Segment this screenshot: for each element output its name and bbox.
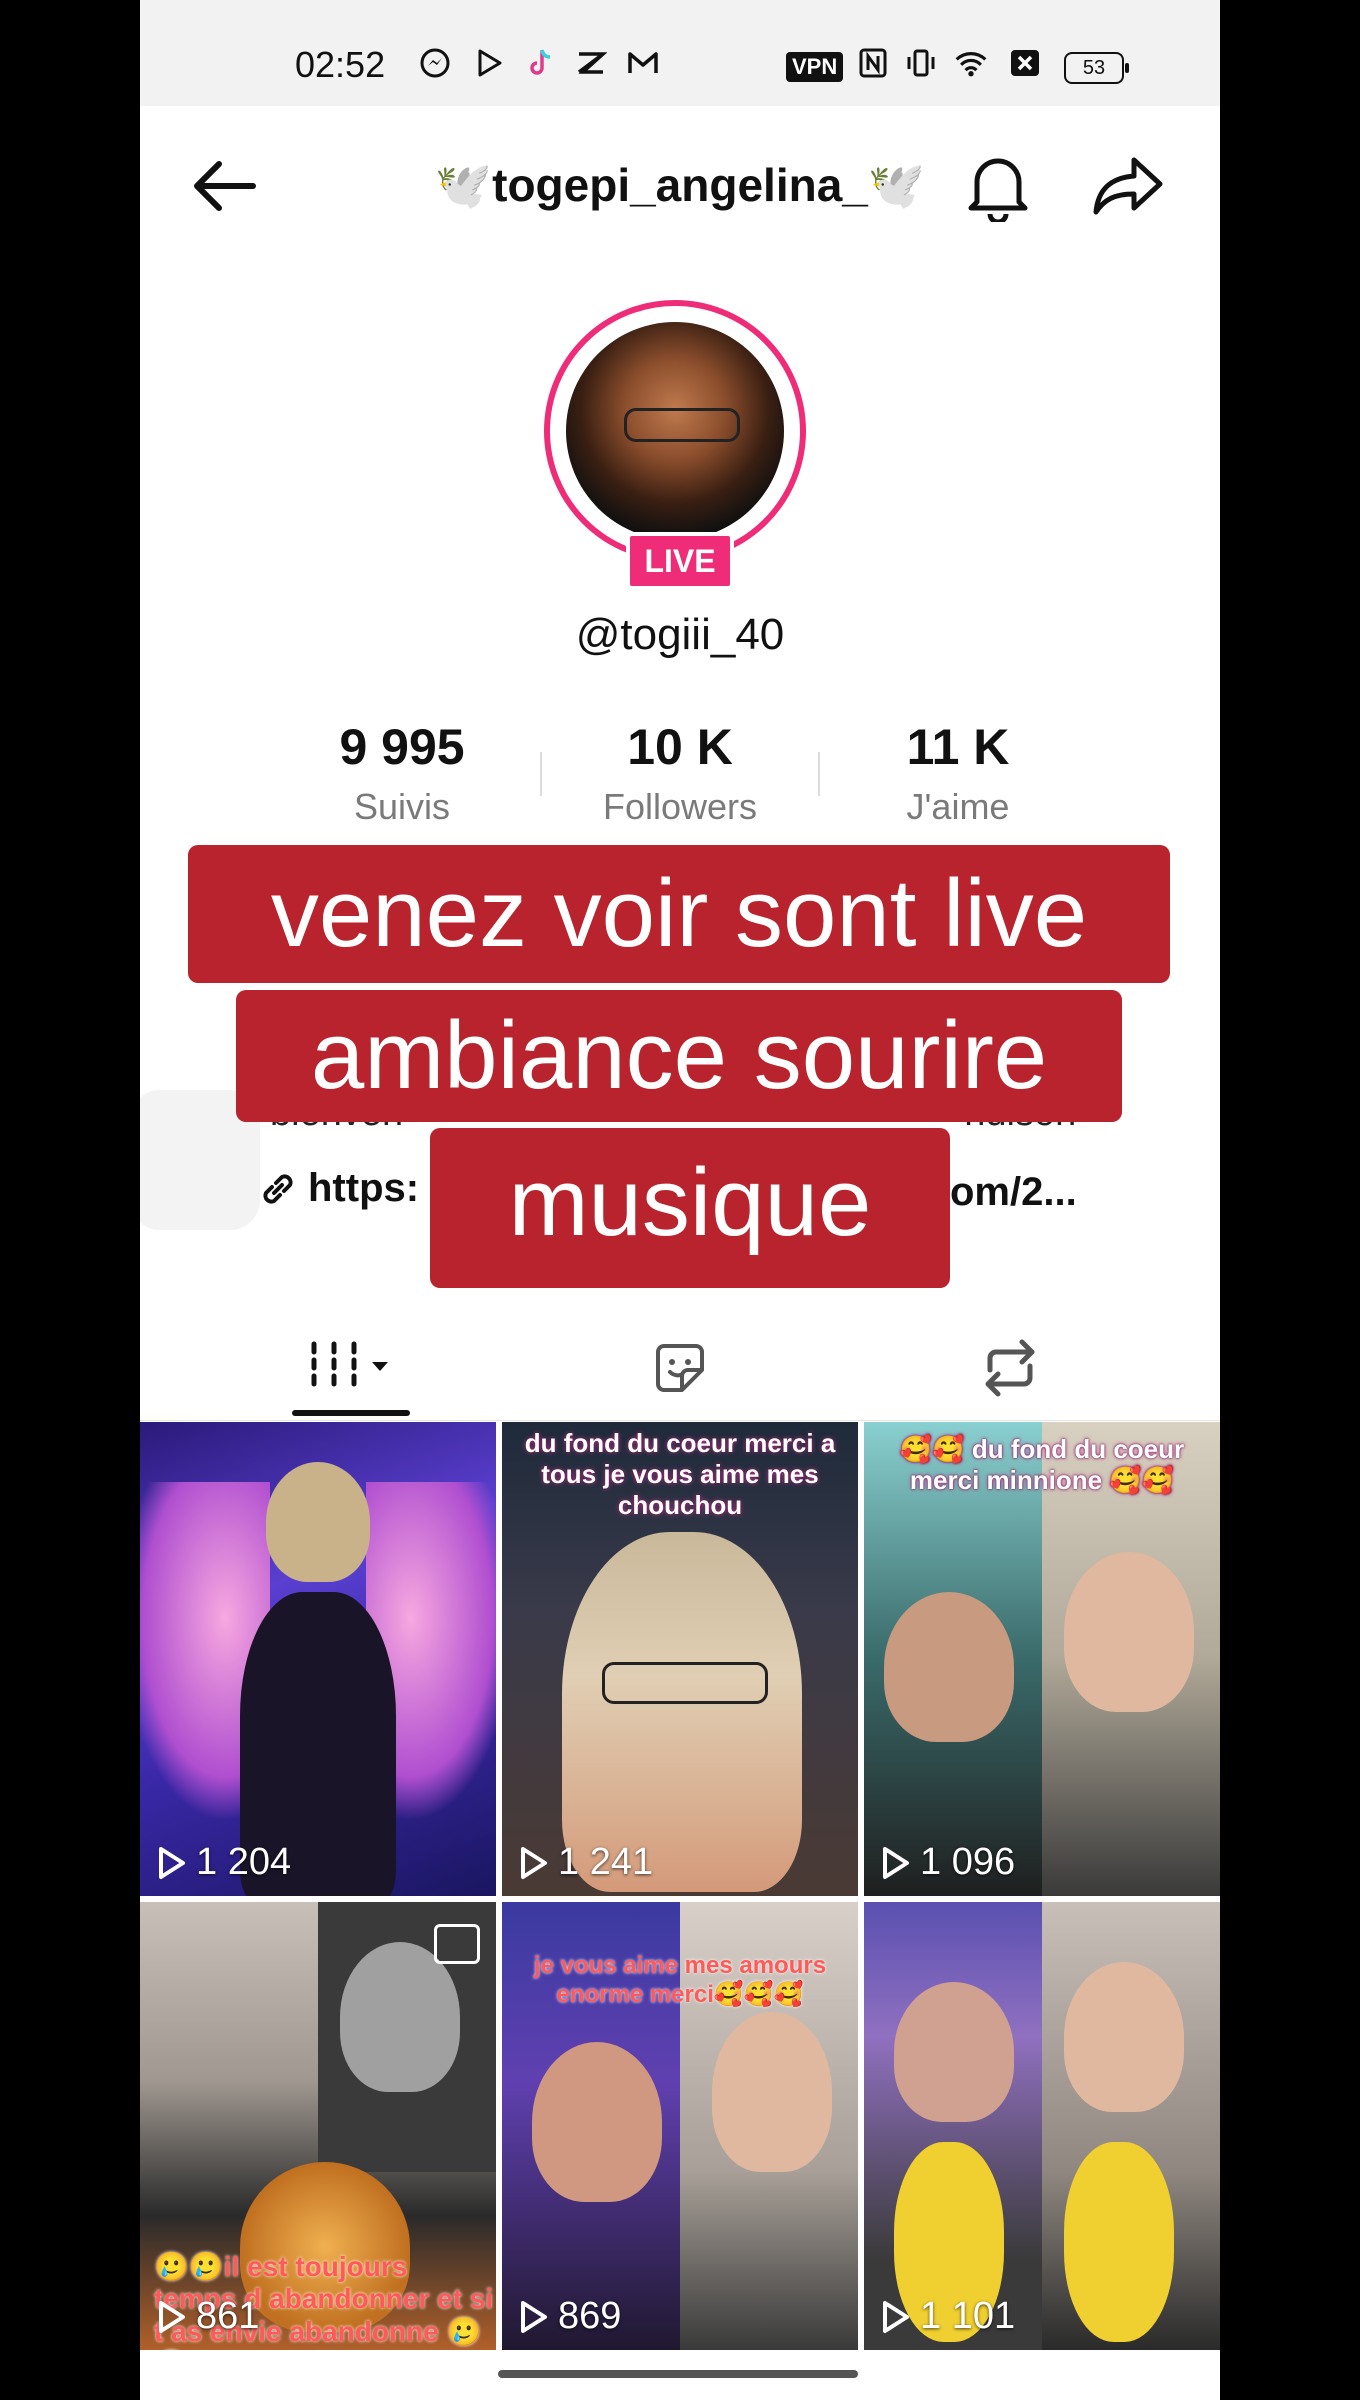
person-head <box>266 1462 370 1582</box>
video-views-count: 869 <box>558 2295 622 2337</box>
caption-line-1: venez voir sont live <box>188 845 1170 983</box>
phone-screen: 02:52 VPN 53 🕊️togepi_angelina_🕊️ LIVE @… <box>140 0 1220 2400</box>
tabs-divider <box>140 1420 1220 1421</box>
wifi-icon <box>954 46 988 80</box>
link-icon <box>263 1173 293 1204</box>
minion-figure <box>1064 2142 1174 2342</box>
video-views: 1 096 <box>880 1841 1015 1884</box>
video-views: 1 204 <box>156 1841 291 1884</box>
live-badge[interactable]: LIVE <box>626 532 734 590</box>
video-caption: du fond du coeur merci a tous je vous ai… <box>524 1428 836 1520</box>
person-face <box>1064 1552 1194 1712</box>
person-face <box>532 2042 662 2202</box>
stat-following-label: Suivis <box>353 786 451 827</box>
tab-reposts[interactable] <box>830 1318 1190 1418</box>
tab-favorites[interactable] <box>500 1318 860 1418</box>
profile-title: 🕊️togepi_angelina_🕊️ <box>434 159 926 211</box>
person-face <box>712 2012 832 2172</box>
stat-divider <box>540 752 542 796</box>
gmail-icon <box>626 46 660 80</box>
video-views-count: 1 096 <box>920 1841 1016 1883</box>
video-thumbnail[interactable]: 1 204 <box>140 1422 496 1896</box>
sim-icon <box>1008 46 1042 80</box>
home-indicator[interactable] <box>498 2370 858 2378</box>
bio-link[interactable]: https: <box>256 1166 419 1211</box>
video-views: 1 241 <box>518 1841 653 1884</box>
video-thumbnail[interactable]: je vous aime mes amours enorme merci🥰🥰🥰 … <box>502 1902 858 2350</box>
video-thumbnail[interactable]: 🥰🥰 du fond du coeur merci minnione 🥰🥰 1 … <box>864 1422 1220 1896</box>
notifications-button[interactable] <box>958 146 1038 226</box>
video-views-count: 1 101 <box>920 2295 1016 2337</box>
status-bar: 02:52 VPN 53 <box>140 0 1220 106</box>
bell-icon <box>968 158 1028 222</box>
avatar <box>566 322 784 540</box>
stat-divider <box>818 752 820 796</box>
person-face <box>1064 1962 1184 2112</box>
caption-line-3: musique <box>430 1128 950 1288</box>
grid-videos-icon <box>311 1341 388 1387</box>
play-icon <box>521 2300 547 2333</box>
bio-link-end[interactable]: om/2... <box>950 1170 1077 1215</box>
person-face <box>562 1532 802 1892</box>
vpn-badge: VPN <box>786 52 844 82</box>
vibrate-icon <box>904 46 938 80</box>
video-views: 1 101 <box>880 2295 1015 2338</box>
status-time: 02:52 <box>295 44 386 85</box>
play-icon <box>883 2300 909 2333</box>
video-views: 869 <box>518 2295 621 2338</box>
battery-icon: 53 <box>1064 52 1129 84</box>
capcut-icon <box>574 46 608 80</box>
video-views-count: 861 <box>196 2295 260 2337</box>
video-thumbnail[interactable]: 🥲🥲il est toujours temps d abandonner et … <box>140 1902 496 2350</box>
person-face <box>884 1592 1014 1742</box>
video-thumbnail[interactable]: 1 101 <box>864 1902 1220 2350</box>
avatar-glasses <box>624 408 740 442</box>
play-icon <box>159 1846 185 1879</box>
glasses <box>602 1662 768 1704</box>
person-face <box>340 1942 460 2092</box>
nfc-icon <box>856 46 890 80</box>
stat-following-value: 9 995 <box>339 719 465 775</box>
messenger-icon <box>418 46 452 80</box>
caption-line-2: ambiance sourire <box>236 990 1122 1122</box>
stat-followers-value: 10 K <box>627 719 733 775</box>
share-button[interactable] <box>1088 146 1168 226</box>
play-store-icon <box>472 46 506 80</box>
video-thumbnail[interactable]: du fond du coeur merci a tous je vous ai… <box>502 1422 858 1896</box>
video-views-count: 1 241 <box>558 1841 654 1883</box>
share-icon <box>1093 157 1163 215</box>
play-icon <box>883 1846 909 1879</box>
video-views-count: 1 204 <box>196 1841 292 1883</box>
avatar-ring[interactable] <box>544 300 806 562</box>
username: @togiii_40 <box>575 610 785 659</box>
repost-icon <box>985 1339 1035 1397</box>
photo-icon <box>434 1924 480 1964</box>
tiktok-icon <box>524 46 558 80</box>
stat-followers[interactable]: 10 K Followers <box>560 718 800 828</box>
tab-videos[interactable] <box>170 1318 530 1418</box>
stat-following[interactable]: 9 995 Suivis <box>282 718 522 828</box>
video-caption: je vous aime mes amours enorme merci🥰🥰🥰 <box>533 1952 827 2008</box>
play-icon <box>521 1846 547 1879</box>
stat-likes-value: 11 K <box>906 719 1010 775</box>
bio-link-start: https: <box>308 1166 420 1210</box>
video-views: 861 <box>156 2295 259 2338</box>
video-caption: 🥰🥰 du fond du coeur merci minnione 🥰🥰 <box>899 1434 1185 1495</box>
stat-likes-label: J'aime <box>906 786 1010 827</box>
play-icon <box>159 2300 185 2333</box>
stat-likes[interactable]: 11 K J'aime <box>838 718 1078 828</box>
sticker-icon <box>656 1344 704 1392</box>
stat-followers-label: Followers <box>602 786 758 827</box>
profile-header: 🕊️togepi_angelina_🕊️ <box>140 106 1220 266</box>
active-tab-indicator <box>292 1410 410 1416</box>
person-face <box>894 1982 1014 2122</box>
